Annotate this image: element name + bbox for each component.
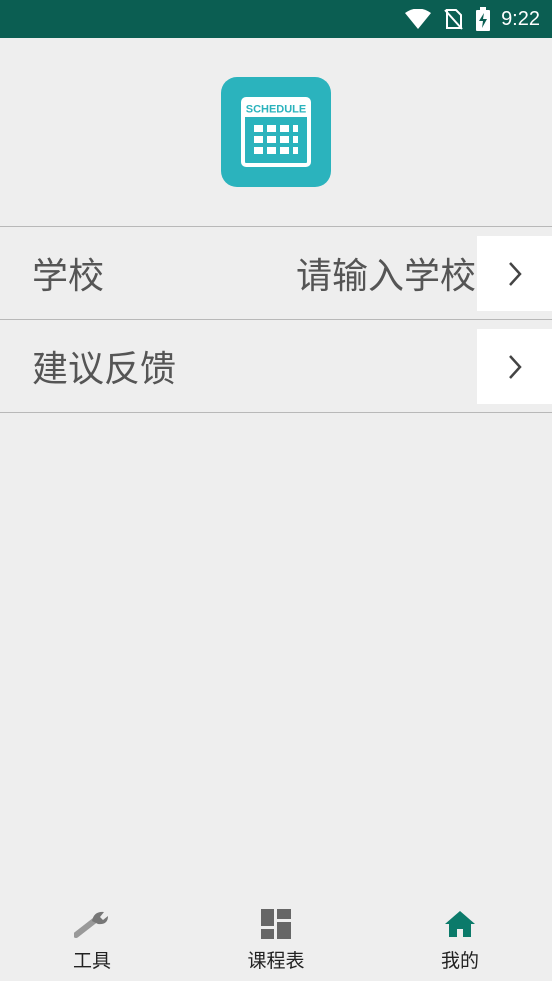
- wifi-icon: [405, 9, 432, 29]
- school-label: 学校: [32, 256, 105, 297]
- status-bar: 9:22: [0, 0, 552, 38]
- status-time: 9:22: [501, 7, 540, 30]
- school-row[interactable]: 学校 请输入学校: [0, 226, 552, 320]
- feedback-row[interactable]: 建议反馈: [0, 319, 552, 413]
- wrench-icon: [74, 908, 110, 940]
- nav-label-tools: 工具: [72, 950, 111, 972]
- battery-charging-icon: [475, 7, 491, 31]
- nav-item-schedule[interactable]: 课程表: [184, 898, 368, 981]
- logo-text: SCHEDULE: [246, 104, 307, 116]
- school-chevron-button[interactable]: [477, 236, 552, 311]
- nav-item-tools[interactable]: 工具: [0, 898, 184, 981]
- chevron-right-icon: [508, 261, 522, 286]
- app-logo: SCHEDULE: [221, 77, 331, 187]
- schedule-calendar-icon: SCHEDULE: [241, 97, 311, 167]
- feedback-label: 建议反馈: [32, 349, 177, 390]
- bottom-nav: 工具 课程表 我的: [0, 898, 552, 981]
- home-icon: [444, 908, 476, 940]
- feedback-chevron-button[interactable]: [477, 329, 552, 404]
- grid-icon: [261, 908, 291, 940]
- chevron-right-icon: [508, 354, 522, 379]
- nav-label-mine: 我的: [440, 950, 479, 972]
- no-sim-icon: [443, 8, 463, 30]
- nav-item-mine[interactable]: 我的: [368, 898, 552, 981]
- school-input[interactable]: 请输入学校: [296, 227, 476, 319]
- nav-label-schedule: 课程表: [247, 950, 305, 972]
